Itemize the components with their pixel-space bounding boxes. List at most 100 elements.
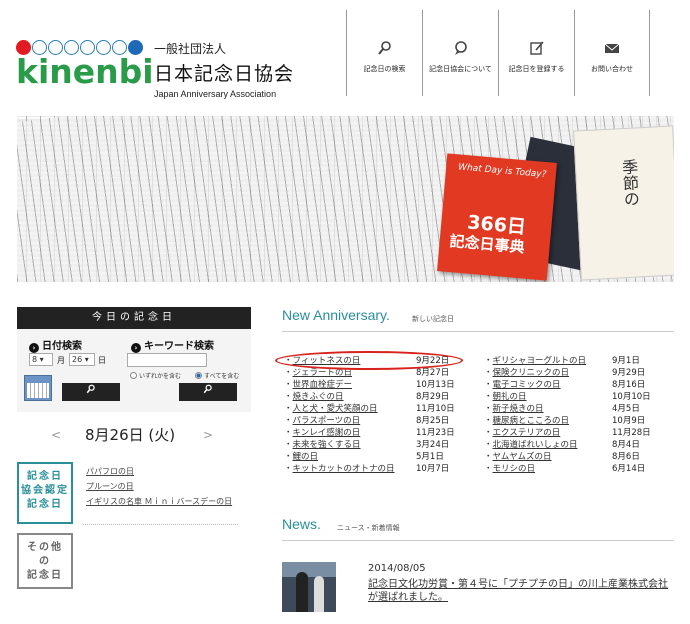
anniversary-name-link[interactable]: 焼きふぐの日	[293, 392, 344, 402]
news-link[interactable]: 記念日文化功労賞・第４号に「プチプチの日」の川上産業株式会社が選ばれました。	[368, 578, 668, 604]
anniversary-date: 11月23日	[416, 428, 455, 438]
anniversary-date: 10月13日	[416, 380, 455, 390]
bullet-icon: ・	[284, 440, 293, 450]
day-select[interactable]: 26 ▾	[69, 353, 95, 366]
book-side: 季節の	[573, 125, 674, 281]
divider	[282, 540, 674, 541]
book-subtitle: What Day is Today?	[457, 162, 547, 181]
news-subtitle: ニュース・新着情報	[337, 524, 400, 532]
list-item[interactable]: ・朝礼の日 10月10日	[484, 391, 674, 403]
anniversary-name-link[interactable]: モリシの日	[493, 464, 536, 474]
search-icon	[86, 384, 95, 394]
news-date: 2014/08/05	[368, 563, 426, 574]
certified-anniversary-badge: 記念日 協会認定 記念日	[17, 462, 73, 524]
anniversary-name-link[interactable]: 朝礼の日	[493, 392, 527, 402]
list-item[interactable]: ・焼きふぐの日 8月29日	[284, 391, 474, 403]
bullet-icon: ・	[484, 356, 493, 366]
nav-contact[interactable]: お問い合わせ	[574, 10, 650, 96]
anniversary-name-link[interactable]: キンレイ感謝の日	[293, 428, 361, 438]
nav-contact-label: お問い合わせ	[591, 66, 633, 73]
book-red: What Day is Today? 366日 記念日事典	[437, 153, 557, 281]
list-item[interactable]: ・未来を強くする日 3月24日	[284, 439, 474, 451]
list-item[interactable]: パパフロの日	[86, 464, 232, 479]
list-item[interactable]: ・パラスポーツの日 8月25日	[284, 415, 474, 427]
logo-text: kinenbi	[16, 52, 154, 91]
search-icon	[203, 384, 212, 394]
anniversary-date: 8月27日	[416, 368, 450, 378]
list-item[interactable]: プルーンの日	[86, 479, 232, 494]
anniversary-date: 8月29日	[416, 392, 450, 402]
day-unit: 日	[98, 356, 106, 365]
next-day-button[interactable]: >	[203, 428, 213, 442]
anniversary-name-link[interactable]: 世界血栓症デー	[293, 380, 353, 390]
calendar-icon[interactable]	[24, 375, 52, 401]
list-item[interactable]: ・ギリシャヨーグルトの日 9月1日	[484, 355, 674, 367]
anniversary-date: 10月9日	[612, 416, 646, 426]
anniversary-name-link[interactable]: 人と犬・愛犬笑顔の日	[293, 404, 378, 414]
divider	[282, 331, 674, 332]
site-logo[interactable]: kinenbi	[16, 40, 154, 95]
arrow-right-icon: ›	[131, 343, 141, 353]
list-item[interactable]: ・キンレイ感謝の日 11月23日	[284, 427, 474, 439]
list-item[interactable]: ・糖尿病とこころの日 10月9日	[484, 415, 674, 427]
book-side-title: 季節の	[618, 158, 641, 208]
bullet-icon: ・	[284, 368, 293, 378]
list-item[interactable]: ・新子焼きの日 4月5日	[484, 403, 674, 415]
today-heading: 今日の記念日	[17, 307, 251, 329]
month-select[interactable]: 8 ▾	[29, 353, 53, 366]
list-item[interactable]: ・世界血栓症デー 10月13日	[284, 379, 474, 391]
anniversary-name-link[interactable]: 電子コミックの日	[493, 380, 561, 390]
keyword-search-button[interactable]	[179, 383, 237, 401]
nav-search[interactable]: 記念日の検索	[346, 10, 422, 96]
anniversary-date: 10月7日	[416, 464, 450, 474]
current-date: 8月26日 (火)	[85, 426, 176, 444]
anniversary-date: 6月14日	[612, 464, 646, 474]
bullet-icon: ・	[284, 464, 293, 474]
nav-register[interactable]: 記念日を登録する	[498, 10, 574, 96]
bullet-icon: ・	[484, 452, 493, 462]
anniversary-list-right: ・ギリシャヨーグルトの日 9月1日 ・保険クリニックの日 9月29日 ・電子コミックの日…	[484, 355, 674, 475]
list-item[interactable]: ・モリシの日 6月14日	[484, 463, 674, 475]
anniversary-name-link[interactable]: エクステリアの日	[493, 428, 561, 438]
prev-day-button[interactable]: <	[51, 428, 61, 442]
list-item[interactable]: ・人と犬・愛犬笑顔の日 11月10日	[284, 403, 474, 415]
list-item[interactable]: ・電子コミックの日 8月16日	[484, 379, 674, 391]
bullet-icon: ・	[484, 416, 493, 426]
anniversary-name-link[interactable]: 糖尿病とこころの日	[493, 416, 570, 426]
new-anniversary-subtitle: 新しい記念日	[412, 315, 454, 323]
date-search-heading: › 日付検索	[29, 337, 82, 353]
site-header: kinenbi 一般社団法人 日本記念日協会 Japan Anniversary…	[0, 0, 690, 112]
anniversary-name-link[interactable]: 北海道ばれいしょの日	[493, 440, 578, 450]
date-navigator: < 8月26日 (火) >	[17, 420, 251, 450]
nav-about-label: 記念日協会について	[429, 66, 492, 73]
list-item[interactable]: ・エクステリアの日 11月28日	[484, 427, 674, 439]
radio-all[interactable]: すべてを含む	[195, 371, 239, 380]
anniversary-name-link[interactable]: 新子焼きの日	[493, 404, 544, 414]
list-item[interactable]: ・北海道ばれいしょの日 8月4日	[484, 439, 674, 451]
anniversary-name-link[interactable]: キットカットのオトナの日	[293, 464, 395, 474]
anniversary-date: 8月16日	[612, 380, 646, 390]
anniversary-name-link[interactable]: 保険クリニックの日	[493, 368, 570, 378]
radio-any[interactable]: いずれかを含む	[130, 371, 181, 380]
bullet-icon: ・	[484, 368, 493, 378]
list-item[interactable]: イギリスの名車 Ｍｉｎｉバースデーの日	[86, 494, 232, 509]
anniversary-name-link[interactable]: パラスポーツの日	[293, 416, 361, 426]
highlight-circle	[275, 351, 463, 370]
news-thumbnail[interactable]	[282, 562, 336, 612]
anniversary-name-link[interactable]: 鯉の日	[293, 452, 319, 462]
bullet-icon: ・	[284, 416, 293, 426]
nav-about[interactable]: 記念日協会について	[422, 10, 498, 96]
anniversary-name-link[interactable]: 未来を強くする日	[293, 440, 361, 450]
keyword-input[interactable]	[127, 353, 207, 367]
list-item[interactable]: ・ヤムヤムズの日 8月6日	[484, 451, 674, 463]
list-item[interactable]: ・鯉の日 5月1日	[284, 451, 474, 463]
anniversary-name-link[interactable]: ヤムヤムズの日	[493, 452, 552, 462]
anniversary-date: 5月1日	[416, 452, 444, 462]
bullet-icon: ・	[284, 380, 293, 390]
anniversary-name-link[interactable]: ギリシャヨーグルトの日	[493, 356, 587, 366]
list-item[interactable]: ・保険クリニックの日 9月29日	[484, 367, 674, 379]
anniversary-date: 11月10日	[416, 404, 455, 414]
list-item[interactable]: ・キットカットのオトナの日 10月7日	[284, 463, 474, 475]
news-title: News.	[282, 516, 321, 532]
date-search-button[interactable]	[62, 383, 120, 401]
